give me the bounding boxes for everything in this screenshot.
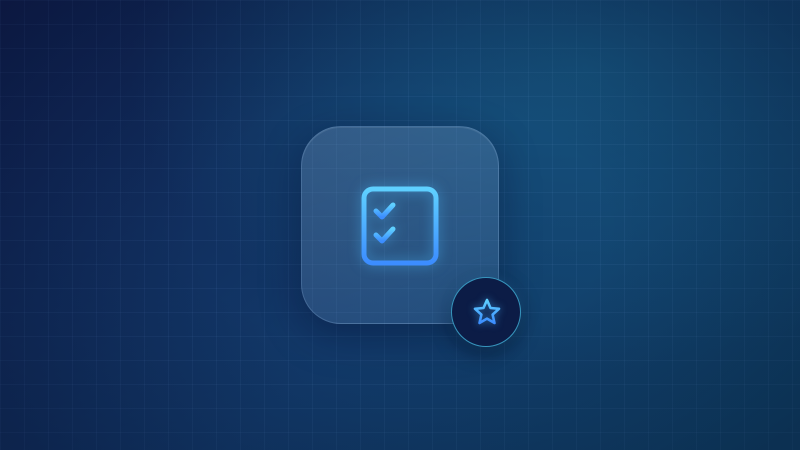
canvas [0,0,800,450]
checklist-icon [361,186,439,266]
favorite-badge[interactable] [451,277,521,347]
star-icon [473,298,501,325]
